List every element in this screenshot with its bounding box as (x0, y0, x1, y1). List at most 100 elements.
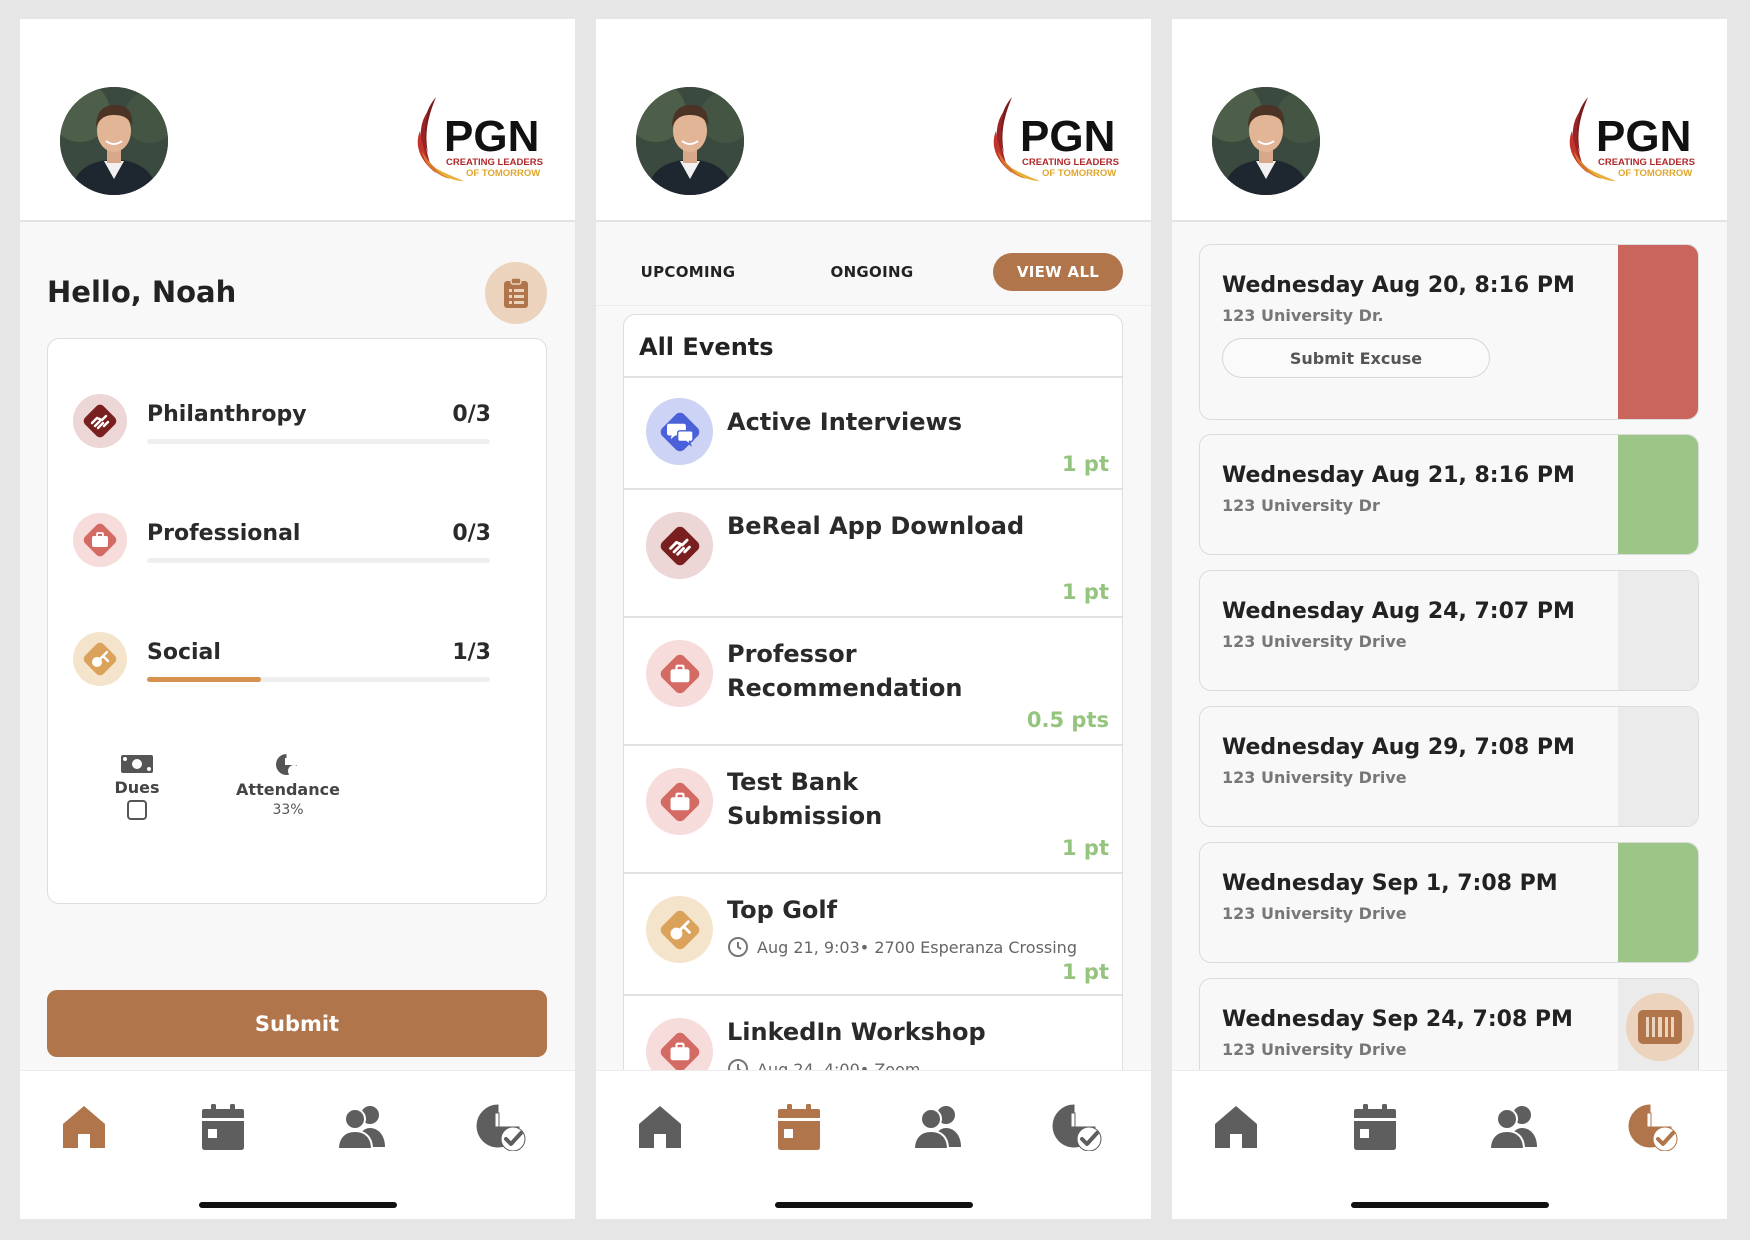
clipboard-button[interactable] (485, 262, 547, 324)
avatar[interactable] (60, 87, 168, 195)
event-points: 1 pt (1062, 452, 1109, 476)
category-row-social[interactable]: Social 1/3 (48, 632, 548, 722)
attendance-record[interactable]: Wednesday Aug 20, 8:16 PM 123 University… (1199, 244, 1699, 420)
event-meta-text: Aug 21, 9:03• 2700 Esperanza Crossing (757, 937, 1077, 957)
attendance-date: Wednesday Aug 29, 7:08 PM (1222, 735, 1575, 760)
users-icon (913, 1103, 963, 1151)
status-absent-indicator (1618, 245, 1698, 419)
tab-ongoing[interactable]: ONGOING (822, 253, 922, 291)
barcode-icon (1638, 1010, 1682, 1044)
status-present-indicator (1618, 843, 1698, 962)
attendance-value: 33% (272, 802, 304, 818)
nav-calendar[interactable] (198, 1103, 248, 1151)
event-points: 0.5 pts (1026, 708, 1109, 732)
event-row-bereal-app-download[interactable]: BeReal App Download 1 pt (624, 490, 1122, 618)
event-points: 1 pt (1062, 836, 1109, 860)
nav-calendar[interactable] (774, 1103, 824, 1151)
event-row-top-golf[interactable]: Top Golf Aug 21, 9:03• 2700 Esperanza Cr… (624, 874, 1122, 996)
tab-upcoming[interactable]: UPCOMING (638, 253, 738, 291)
attendance-address: 123 University Drive (1222, 632, 1407, 651)
social-icon (73, 632, 127, 686)
nav-attendance[interactable] (476, 1103, 526, 1151)
attendance-record[interactable]: Wednesday Aug 21, 8:16 PM 123 University… (1199, 434, 1699, 555)
bottom-nav (596, 1070, 1151, 1219)
attendance-date: Wednesday Sep 24, 7:08 PM (1222, 1007, 1573, 1032)
pgn-logo (414, 89, 549, 189)
clock-check-icon (1628, 1103, 1678, 1151)
category-name: Professional (147, 521, 301, 546)
status-none-indicator (1618, 707, 1698, 826)
avatar[interactable] (636, 87, 744, 195)
nav-members[interactable] (1489, 1103, 1539, 1151)
attendance-address: 123 University Dr (1222, 496, 1380, 515)
pgn-logo (990, 89, 1125, 189)
category-name: Philanthropy (147, 402, 307, 427)
home-icon (59, 1103, 109, 1151)
status-none-indicator (1618, 571, 1698, 690)
briefcase-icon (646, 640, 713, 707)
category-name: Social (147, 640, 221, 665)
home-icon (635, 1103, 685, 1151)
briefcase-icon (646, 768, 713, 835)
home-indicator (1351, 1202, 1549, 1208)
attendance-date: Wednesday Sep 1, 7:08 PM (1222, 871, 1558, 896)
home-icon (1211, 1103, 1261, 1151)
submit-button[interactable]: Submit (47, 990, 547, 1057)
attendance-record[interactable]: Wednesday Sep 1, 7:08 PM 123 University … (1199, 842, 1699, 963)
progress-card: Philanthropy 0/3 Professional 0/3 Social… (47, 338, 547, 904)
nav-members[interactable] (913, 1103, 963, 1151)
app-header (596, 19, 1151, 222)
event-meta: Aug 21, 9:03• 2700 Esperanza Crossing (727, 936, 1077, 958)
nav-home[interactable] (1211, 1103, 1261, 1151)
category-progress-bar (147, 439, 490, 444)
event-row-test-bank-submission[interactable]: Test Bank Submission 1 pt (624, 746, 1122, 874)
event-name: LinkedIn Workshop (727, 1018, 986, 1046)
category-row-professional[interactable]: Professional 0/3 (48, 513, 548, 603)
event-name: Top Golf (727, 896, 838, 924)
status-present-indicator (1618, 435, 1698, 554)
attendance-address: 123 University Dr. (1222, 306, 1384, 325)
category-progress-bar (147, 677, 490, 682)
dues-checkbox[interactable] (127, 800, 147, 820)
app-header (1172, 19, 1727, 222)
nav-calendar[interactable] (1350, 1103, 1400, 1151)
greeting: Hello, Noah (47, 275, 237, 309)
attendance-address: 123 University Drive (1222, 904, 1407, 923)
attendance-screen: Wednesday Aug 20, 8:16 PM 123 University… (1172, 19, 1727, 1219)
users-icon (1489, 1103, 1539, 1151)
attendance-date: Wednesday Aug 24, 7:07 PM (1222, 599, 1575, 624)
category-row-philanthropy[interactable]: Philanthropy 0/3 (48, 394, 548, 484)
attendance-address: 123 University Drive (1222, 1040, 1407, 1059)
bottom-nav (1172, 1070, 1727, 1219)
handshake-icon (646, 512, 713, 579)
nav-attendance[interactable] (1052, 1103, 1102, 1151)
handshake-icon (73, 394, 127, 448)
attendance-indicator: Attendance 33% (228, 753, 348, 818)
event-row-active-interviews[interactable]: Active Interviews 1 pt (624, 378, 1122, 490)
attendance-record[interactable]: Wednesday Aug 24, 7:07 PM 123 University… (1199, 570, 1699, 691)
category-progress-fill (147, 677, 262, 682)
category-count: 0/3 (452, 402, 491, 427)
attendance-record[interactable]: Wednesday Aug 29, 7:08 PM 123 University… (1199, 706, 1699, 827)
tab-view-all[interactable]: VIEW ALL (993, 253, 1123, 291)
nav-attendance[interactable] (1628, 1103, 1678, 1151)
event-row-professor-recommendation[interactable]: Professor Recommendation 0.5 pts (624, 618, 1122, 746)
nav-home[interactable] (635, 1103, 685, 1151)
briefcase-icon (73, 513, 127, 567)
clipboard-icon (504, 277, 528, 308)
scan-barcode-button[interactable] (1626, 993, 1694, 1061)
attendance-address: 123 University Drive (1222, 768, 1407, 787)
clock-check-icon (1052, 1103, 1102, 1151)
category-count: 1/3 (452, 640, 491, 665)
cash-icon (121, 755, 153, 773)
event-name: Professor Recommendation (727, 640, 963, 702)
event-name: Test Bank Submission (727, 768, 883, 830)
attendance-label: Attendance (236, 780, 340, 799)
events-section-title: All Events (639, 333, 774, 361)
calendar-icon (774, 1103, 824, 1151)
nav-home[interactable] (59, 1103, 109, 1151)
nav-members[interactable] (337, 1103, 387, 1151)
event-points: 1 pt (1062, 580, 1109, 604)
submit-excuse-button[interactable]: Submit Excuse (1222, 338, 1490, 378)
avatar[interactable] (1212, 87, 1320, 195)
